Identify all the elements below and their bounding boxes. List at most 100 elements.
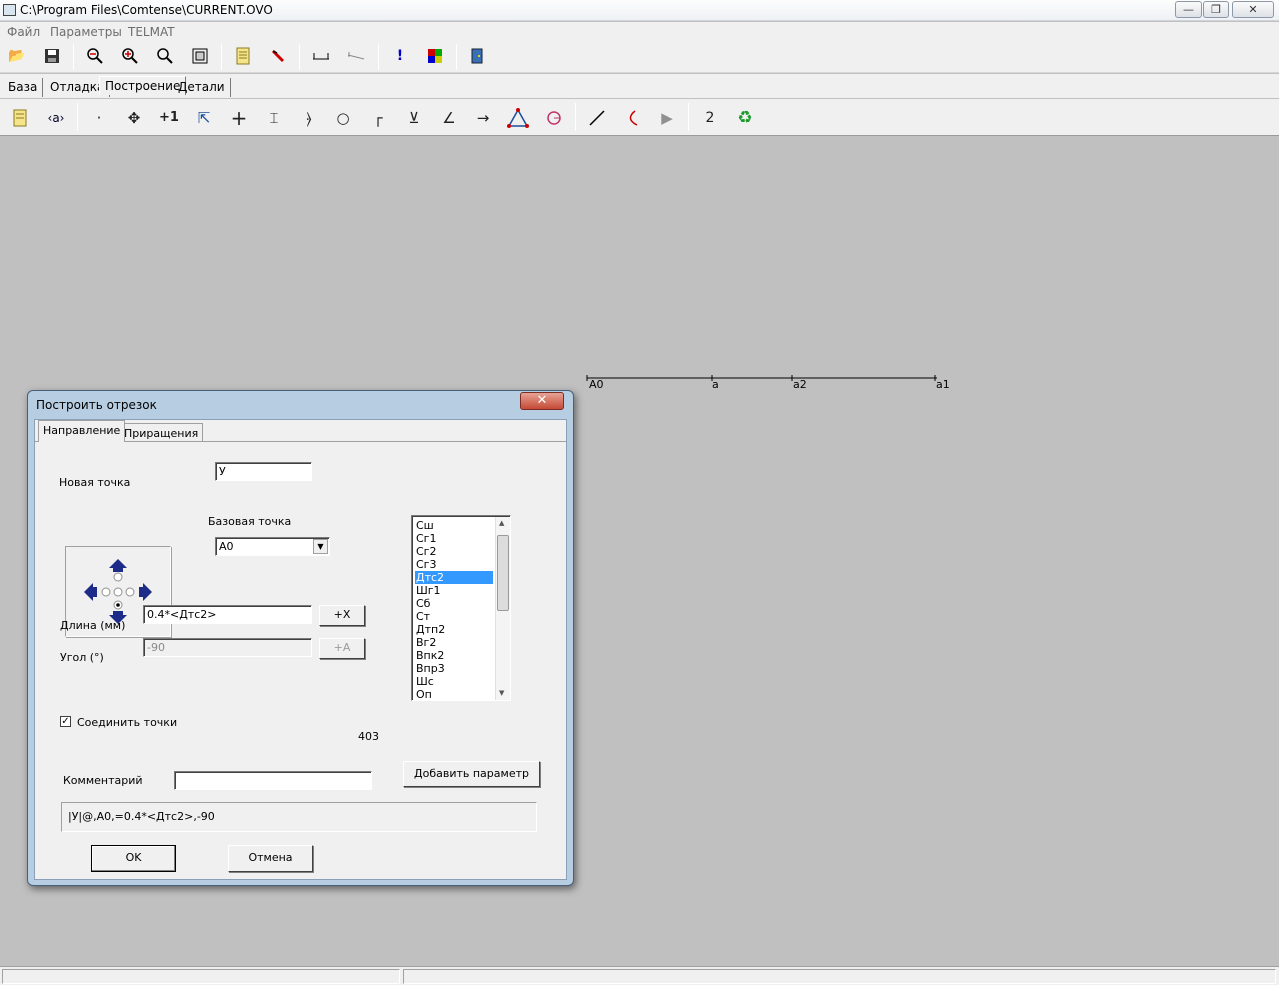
cross-icon[interactable]: + <box>227 106 251 130</box>
connect-points-label: Соединить точки <box>77 716 178 729</box>
tab-details[interactable]: Детали <box>173 78 231 97</box>
list-item[interactable]: Вг2 <box>415 636 493 649</box>
exclamation-icon[interactable]: ! <box>389 45 411 67</box>
save-icon[interactable] <box>41 45 63 67</box>
notes-icon[interactable] <box>8 106 32 130</box>
number-two-button[interactable]: 2 <box>698 106 722 130</box>
corner-icon[interactable]: ┌ <box>366 106 390 130</box>
list-item[interactable]: Сг3 <box>415 558 493 571</box>
list-item[interactable]: Ст <box>415 610 493 623</box>
exit-door-icon[interactable] <box>466 45 488 67</box>
list-item[interactable]: Впр3 <box>415 662 493 675</box>
ruler-disabled-icon[interactable] <box>345 45 367 67</box>
dialog-body: Направление Приращения Новая точка У Баз… <box>34 419 567 880</box>
angle-icon[interactable]: ∠ <box>437 106 461 130</box>
dialog-close-button[interactable]: ✕ <box>520 392 564 410</box>
recycle-icon[interactable]: ♻ <box>733 106 757 130</box>
tab-increments[interactable]: Приращения <box>119 423 204 442</box>
window-title: C:\Program Files\Comtense\CURRENT.OVO <box>20 3 273 17</box>
point-label-a: a <box>712 378 719 391</box>
tab-direction[interactable]: Направление <box>38 420 126 442</box>
play-icon[interactable]: ▶ <box>655 106 679 130</box>
direction-panel: Новая точка У Базовая точка A0 ▼ Длина (… <box>35 441 566 879</box>
arc-circle-icon[interactable] <box>542 106 566 130</box>
scroll-thumb[interactable] <box>497 535 509 611</box>
variable-icon[interactable]: ‹a› <box>44 106 68 130</box>
number-value: 403 <box>358 730 379 743</box>
fit-window-icon[interactable] <box>189 45 211 67</box>
status-panel-left <box>2 969 400 984</box>
line-icon[interactable] <box>585 106 609 130</box>
list-item[interactable]: Шс <box>415 675 493 688</box>
comment-label: Комментарий <box>63 774 143 787</box>
chevron-down-icon[interactable]: ▼ <box>313 539 328 554</box>
split-icon[interactable]: ⌶ <box>262 106 286 130</box>
base-point-value: A0 <box>219 540 234 553</box>
ruler-icon[interactable] <box>310 45 332 67</box>
triangle-icon[interactable] <box>506 106 530 130</box>
palette-icon[interactable] <box>424 45 446 67</box>
select-arrow-icon[interactable]: ⇱ <box>192 106 216 130</box>
curve-icon[interactable] <box>620 106 644 130</box>
maximize-button[interactable]: ❐ <box>1203 1 1229 18</box>
list-item[interactable]: Дтс2 <box>415 571 493 584</box>
formula-display: |У|@,A0,=0.4*<Дтс2>,-90 <box>61 802 537 832</box>
separator <box>73 44 74 70</box>
document-icon[interactable] <box>232 45 254 67</box>
list-item[interactable]: Сб <box>415 597 493 610</box>
angle-label: Угол (°) <box>60 651 104 664</box>
separator <box>299 44 300 70</box>
parameters-list[interactable]: Сш Сг1 Сг2 Сг3 Дтс2 Шг1 Сб Ст Дтп2 Вг2 Впк2 Впр3 Шс О… <box>411 515 511 701</box>
separator <box>456 44 457 70</box>
menu-file[interactable]: Файл <box>7 25 40 39</box>
add-parameter-button[interactable]: Добавить параметр <box>403 761 540 787</box>
title-bar: C:\Program Files\Comtense\CURRENT.OVO — … <box>0 0 1279 21</box>
add-angle-button[interactable]: +A <box>319 638 365 659</box>
comment-input[interactable] <box>174 771 372 790</box>
half-point-icon[interactable]: ⦒ <box>297 106 321 130</box>
separator <box>221 44 222 70</box>
list-item[interactable]: Оп <box>415 688 493 700</box>
plus-one-icon[interactable]: +1 <box>157 106 181 130</box>
list-item[interactable]: Шг1 <box>415 584 493 597</box>
point-label-a1: a1 <box>936 378 950 391</box>
list-item[interactable]: Впк2 <box>415 649 493 662</box>
list-item[interactable]: Сш <box>415 519 493 532</box>
ok-button[interactable]: OK <box>91 845 176 872</box>
menu-bar: Файл Параметры TELMAT <box>0 22 1279 41</box>
separator <box>378 44 379 70</box>
point-label-a2: a2 <box>793 378 807 391</box>
zoom-icon[interactable] <box>154 45 176 67</box>
app-icon <box>3 4 16 16</box>
cancel-button[interactable]: Отмена <box>228 845 313 872</box>
perpendicular-icon[interactable]: ⊻ <box>402 106 426 130</box>
list-scrollbar[interactable]: ▲ ▼ <box>495 517 510 700</box>
angle-input[interactable]: -90 <box>143 638 312 657</box>
tab-base[interactable]: База <box>3 78 44 97</box>
menu-telmat[interactable]: TELMAT <box>128 25 175 39</box>
circle-point-icon[interactable]: ○ <box>331 106 355 130</box>
list-item[interactable]: Сг2 <box>415 545 493 558</box>
move-point-icon[interactable]: ✥ <box>122 106 146 130</box>
connect-points-checkbox[interactable]: ✓ <box>60 716 71 727</box>
new-point-label: Новая точка <box>59 476 131 489</box>
minimize-button[interactable]: — <box>1175 1 1202 18</box>
open-folder-icon[interactable]: 📂 <box>6 45 28 67</box>
list-item[interactable]: Сг1 <box>415 532 493 545</box>
mode-tabs: База Отладка Построение Детали <box>0 74 1279 98</box>
close-window-button[interactable]: ✕ <box>1232 1 1274 18</box>
status-bar <box>0 966 1279 985</box>
new-point-input[interactable]: У <box>215 462 312 481</box>
length-input[interactable]: 0.4*<Дтс2> <box>143 605 312 624</box>
point-icon[interactable]: · <box>87 106 111 130</box>
menu-parameters[interactable]: Параметры <box>50 25 122 39</box>
pin-icon[interactable] <box>267 45 289 67</box>
scroll-up-icon[interactable]: ▲ <box>499 519 504 527</box>
add-x-button[interactable]: +X <box>319 605 365 626</box>
list-item[interactable]: Дтп2 <box>415 623 493 636</box>
zoom-out-icon[interactable] <box>84 45 106 67</box>
zoom-in-icon[interactable] <box>119 45 141 67</box>
scroll-down-icon[interactable]: ▼ <box>499 689 504 697</box>
base-point-label: Базовая точка <box>208 515 292 528</box>
arrow-right-icon[interactable]: → <box>471 106 495 130</box>
